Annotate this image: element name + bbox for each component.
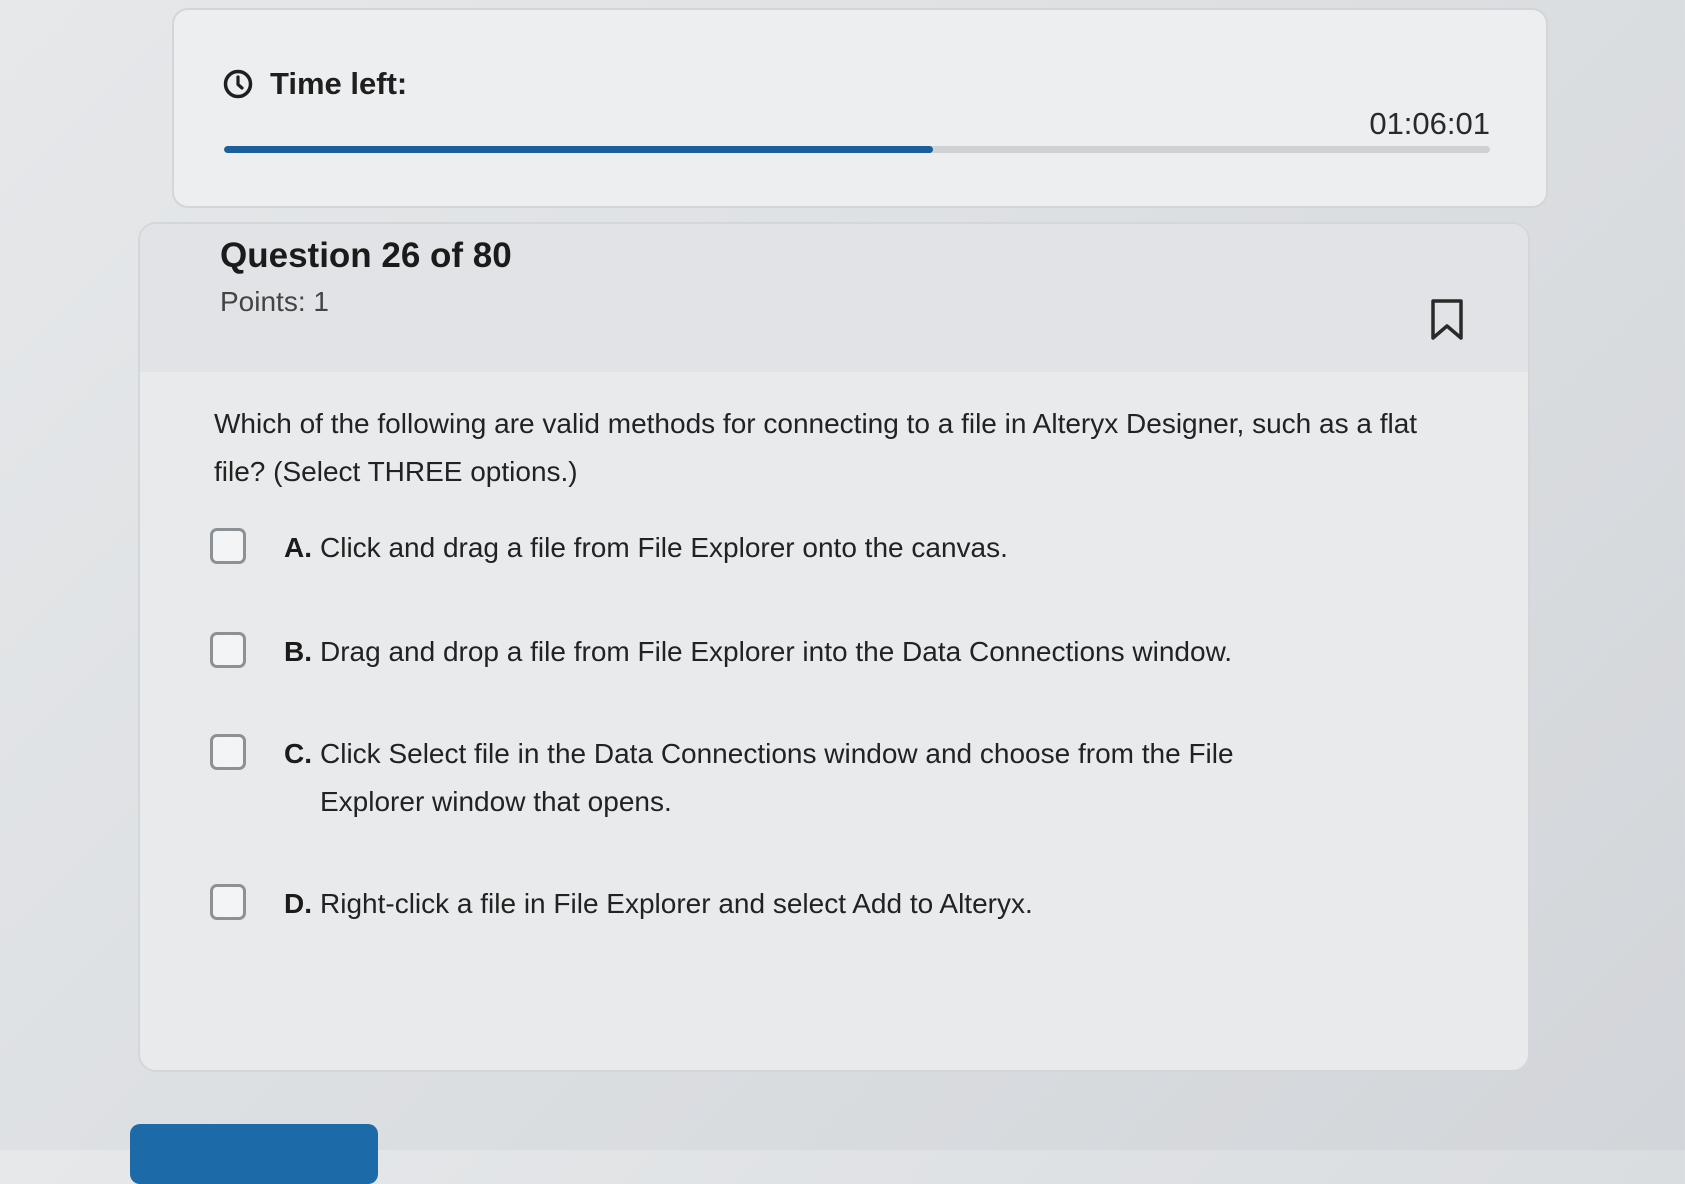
bookmark-icon bbox=[1431, 299, 1463, 340]
question-number: Question 26 of 80 bbox=[220, 236, 512, 275]
option-c[interactable]: C. Click Select file in the Data Connect… bbox=[210, 730, 1410, 826]
option-text: Drag and drop a file from File Explorer … bbox=[320, 636, 1233, 667]
option-c-checkbox[interactable] bbox=[210, 734, 246, 770]
primary-action-button[interactable] bbox=[130, 1124, 378, 1184]
option-text: Click Select file in the Data Connection… bbox=[320, 738, 1234, 817]
timer-panel: Time left: 01:06:01 bbox=[172, 8, 1548, 208]
question-points: Points: 1 bbox=[220, 286, 329, 317]
option-b-checkbox[interactable] bbox=[210, 632, 246, 668]
time-progress-fill bbox=[224, 146, 933, 153]
bookmark-button[interactable] bbox=[1428, 298, 1466, 342]
timer-header: Time left: bbox=[222, 66, 407, 102]
clock-icon bbox=[222, 68, 254, 100]
option-d[interactable]: D. Right-click a file in File Explorer a… bbox=[210, 880, 1410, 928]
time-progress-bar bbox=[224, 146, 1490, 153]
option-b[interactable]: B. Drag and drop a file from File Explor… bbox=[210, 628, 1410, 676]
option-letter: D. bbox=[284, 888, 312, 919]
option-letter: B. bbox=[284, 636, 312, 667]
question-text: Which of the following are valid methods… bbox=[214, 408, 1418, 487]
question-card: Question 26 of 80 Points: 1 Which of the… bbox=[138, 222, 1530, 1072]
time-remaining-value: 01:06:01 bbox=[1369, 106, 1490, 141]
question-header: Question 26 of 80 Points: 1 bbox=[140, 224, 1528, 372]
option-d-checkbox[interactable] bbox=[210, 884, 246, 920]
option-a-checkbox[interactable] bbox=[210, 528, 246, 564]
option-text: Click and drag a file from File Explorer… bbox=[320, 532, 1008, 563]
option-a[interactable]: A. Click and drag a file from File Explo… bbox=[210, 524, 1410, 572]
option-letter: C. bbox=[284, 738, 312, 769]
option-text: Right-click a file in File Explorer and … bbox=[320, 888, 1033, 919]
time-left-label: Time left: bbox=[270, 66, 408, 101]
option-letter: A. bbox=[284, 532, 312, 563]
